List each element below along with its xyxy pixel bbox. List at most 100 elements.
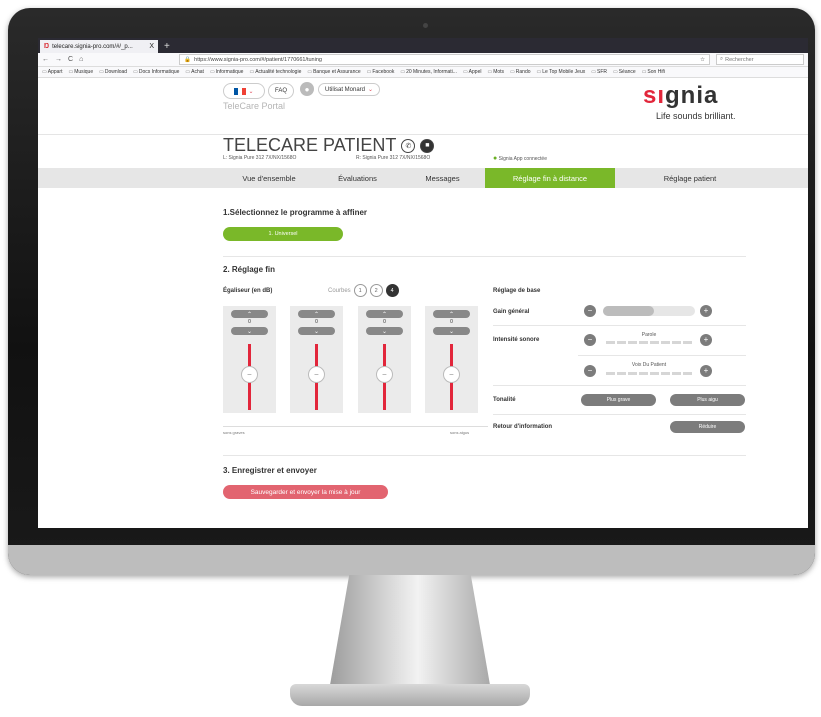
eq-up-button[interactable]: ⌃: [231, 310, 268, 318]
bookmark-item[interactable]: Mots: [487, 69, 504, 75]
bookmark-item[interactable]: Actualité technologie: [249, 69, 301, 75]
bookmark-item[interactable]: SFR: [591, 69, 607, 75]
tab-patient-settings[interactable]: Réglage patient: [615, 168, 765, 188]
tab-messages[interactable]: Messages: [400, 168, 485, 188]
bookmark-item[interactable]: Son Hifi: [642, 69, 665, 75]
new-tab-button[interactable]: +: [164, 40, 170, 53]
search-input[interactable]: ⌕ Rechercher: [716, 54, 804, 65]
back-icon[interactable]: ←: [42, 56, 49, 63]
eq-axis-low-label: sons graves: [223, 430, 245, 435]
eq-down-button[interactable]: ⌄: [433, 327, 470, 335]
tab-evaluations[interactable]: Évaluations: [315, 168, 400, 188]
bookmark-item[interactable]: Docs Informatique: [133, 69, 180, 75]
logo-mark: sı: [643, 82, 666, 109]
gain-label: Gain général: [493, 309, 530, 315]
site-header: ⌄ FAQ ● Utilisat Monard ⌄ TeleCare Portal…: [38, 78, 808, 135]
level-segment: [672, 372, 681, 375]
status-dot-icon: ●: [493, 155, 498, 162]
gain-minus-button[interactable]: −: [584, 305, 596, 317]
camera-dot: [423, 23, 428, 28]
bookmark-item[interactable]: Banque et Assurance: [307, 69, 361, 75]
eq-down-button[interactable]: ⌄: [366, 327, 403, 335]
bookmark-item[interactable]: 20 Minutes, Informati...: [400, 69, 457, 75]
curve-2-button[interactable]: 2: [369, 284, 383, 297]
program-universel-button[interactable]: 1. Universel: [223, 227, 343, 241]
intensity-minus-button[interactable]: −: [584, 334, 596, 346]
monitor-stand: [330, 575, 490, 685]
address-bar[interactable]: 🔒 https://www.signia-pro.com/#/patient/1…: [179, 54, 710, 65]
bookmark-item[interactable]: Rando: [510, 69, 531, 75]
patient-voice-label: Voix Du Patient: [631, 362, 667, 368]
voice-level-indicator: [606, 372, 692, 375]
tonality-label: Tonalité: [493, 397, 516, 403]
tone-grave-button[interactable]: Plus grave: [581, 394, 656, 406]
eq-up-button[interactable]: ⌃: [298, 310, 335, 318]
eq-band-value: 0: [315, 319, 318, 325]
bookmark-item[interactable]: Le Top Mobile Jeux: [537, 69, 585, 75]
monitor-chin: [8, 545, 815, 575]
intensity-label: Intensité sonore: [493, 337, 540, 343]
bookmark-item[interactable]: Appart: [42, 69, 63, 75]
browser-navbar: ← → C ⌂ 🔒 https://www.signia-pro.com/#/p…: [38, 53, 808, 67]
eq-slider-knob[interactable]: –: [443, 366, 460, 383]
home-icon[interactable]: ⌂: [79, 56, 83, 63]
tab-overview[interactable]: Vue d'ensemble: [223, 168, 315, 188]
signia-logo[interactable]: sıgnia: [643, 82, 718, 110]
lock-icon: 🔒: [184, 56, 192, 63]
logo-text: gnia: [665, 82, 719, 109]
curve-4-button[interactable]: 4: [385, 284, 399, 297]
eq-down-button[interactable]: ⌄: [231, 327, 268, 335]
voice-plus-button[interactable]: +: [700, 365, 712, 377]
search-placeholder: Rechercher: [725, 56, 754, 63]
level-segment: [683, 372, 692, 375]
bookmark-item[interactable]: Informatique: [210, 69, 244, 75]
gain-slider[interactable]: [603, 306, 695, 316]
bookmark-item[interactable]: Facebook: [367, 69, 394, 75]
app-status-text: Signia App connectée: [498, 156, 547, 162]
level-segment: [628, 372, 637, 375]
save-and-send-button[interactable]: Sauvegarder et envoyer la mise à jour: [223, 485, 388, 499]
patient-tabs: Vue d'ensemble Évaluations Messages Régl…: [38, 168, 808, 188]
search-icon: ⌕: [720, 56, 724, 62]
divider: [493, 385, 746, 386]
level-segment: [683, 341, 692, 344]
bookmark-item[interactable]: Appel: [463, 69, 482, 75]
eq-slider-knob[interactable]: –: [376, 366, 393, 383]
tab-remote-fine-tuning[interactable]: Réglage fin à distance: [485, 168, 615, 188]
language-selector[interactable]: ⌄: [223, 83, 265, 99]
phone-icon[interactable]: ✆: [401, 138, 416, 153]
reload-icon[interactable]: C: [68, 56, 73, 63]
save-section-title: 3. Enregistrer et envoyer: [223, 466, 317, 475]
tone-aigu-button[interactable]: Plus aigu: [670, 394, 745, 406]
eq-slider-knob[interactable]: –: [241, 366, 258, 383]
browser-tab[interactable]: Ŋ telecare.signia-pro.com/#/_p... X: [40, 40, 158, 53]
forward-icon[interactable]: →: [55, 56, 62, 63]
page-title-row: TELECARE PATIENT ✆ ■: [223, 135, 435, 156]
close-icon[interactable]: X: [149, 43, 154, 50]
eq-down-button[interactable]: ⌄: [298, 327, 335, 335]
signia-favicon-icon: Ŋ: [44, 43, 50, 50]
eq-band: ⌃ 0 ⌄ –: [223, 306, 276, 413]
bookmark-star-icon[interactable]: ☆: [700, 57, 705, 63]
intensity-plus-button[interactable]: +: [700, 334, 712, 346]
curve-1-button[interactable]: 1: [353, 284, 367, 297]
voice-minus-button[interactable]: −: [584, 365, 596, 377]
user-pill[interactable]: Utilisat Monard ⌄: [318, 82, 381, 96]
screen: Ŋ telecare.signia-pro.com/#/_p... X + ← …: [38, 38, 808, 528]
eq-up-button[interactable]: ⌃: [366, 310, 403, 318]
eq-axis-line: [223, 426, 488, 427]
bookmark-item[interactable]: Musique: [68, 69, 93, 75]
bookmark-item[interactable]: Download: [99, 69, 127, 75]
gain-plus-button[interactable]: +: [700, 305, 712, 317]
faq-button[interactable]: FAQ: [268, 83, 294, 99]
curves-selector: Courbes 1 2 4: [328, 284, 399, 297]
eq-slider-knob[interactable]: –: [308, 366, 325, 383]
right-device-info: R: Signia Pure 312 7X/NX/1568O: [356, 155, 431, 161]
feedback-reduce-button[interactable]: Réduire: [670, 421, 745, 433]
bookmark-item[interactable]: Achat: [185, 69, 204, 75]
user-menu[interactable]: ● Utilisat Monard ⌄: [300, 81, 381, 97]
bookmark-item[interactable]: Séance: [613, 69, 636, 75]
eq-up-button[interactable]: ⌃: [433, 310, 470, 318]
video-icon[interactable]: ■: [420, 138, 435, 153]
bookmarks-bar: Appart Musique Download Docs Informatiqu…: [38, 67, 808, 78]
